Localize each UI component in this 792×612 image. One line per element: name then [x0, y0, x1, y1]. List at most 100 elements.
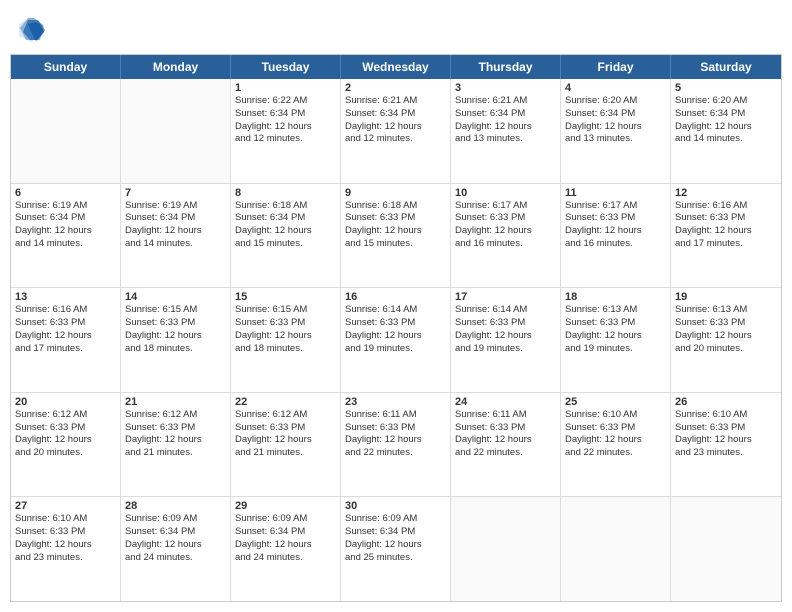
day-number: 10	[455, 187, 556, 199]
cell-line-0: Sunrise: 6:14 AM	[455, 304, 556, 317]
cell-line-2: Daylight: 12 hours	[345, 121, 446, 134]
cell-line-3: and 17 minutes.	[15, 343, 116, 356]
cell-line-2: Daylight: 12 hours	[565, 330, 666, 343]
day-number: 11	[565, 187, 666, 199]
day-number: 12	[675, 187, 777, 199]
day-cell-9: 9Sunrise: 6:18 AMSunset: 6:33 PMDaylight…	[341, 184, 451, 288]
cell-line-1: Sunset: 6:33 PM	[675, 317, 777, 330]
cell-line-0: Sunrise: 6:19 AM	[15, 200, 116, 213]
weekday-header-monday: Monday	[121, 55, 231, 79]
cell-line-3: and 12 minutes.	[235, 133, 336, 146]
cell-line-1: Sunset: 6:33 PM	[565, 212, 666, 225]
cell-line-2: Daylight: 12 hours	[455, 434, 556, 447]
cell-line-3: and 15 minutes.	[235, 238, 336, 251]
day-cell-23: 23Sunrise: 6:11 AMSunset: 6:33 PMDayligh…	[341, 393, 451, 497]
cell-line-3: and 12 minutes.	[345, 133, 446, 146]
cell-line-0: Sunrise: 6:09 AM	[125, 513, 226, 526]
cell-line-3: and 16 minutes.	[565, 238, 666, 251]
cell-line-3: and 23 minutes.	[675, 447, 777, 460]
cell-line-1: Sunset: 6:34 PM	[235, 108, 336, 121]
day-cell-18: 18Sunrise: 6:13 AMSunset: 6:33 PMDayligh…	[561, 288, 671, 392]
cell-line-2: Daylight: 12 hours	[675, 225, 777, 238]
cell-line-2: Daylight: 12 hours	[345, 330, 446, 343]
page: SundayMondayTuesdayWednesdayThursdayFrid…	[0, 0, 792, 612]
calendar-row-2: 13Sunrise: 6:16 AMSunset: 6:33 PMDayligh…	[11, 288, 781, 393]
cell-line-0: Sunrise: 6:16 AM	[675, 200, 777, 213]
cell-line-2: Daylight: 12 hours	[565, 225, 666, 238]
day-number: 24	[455, 396, 556, 408]
cell-line-3: and 18 minutes.	[235, 343, 336, 356]
cell-line-1: Sunset: 6:34 PM	[235, 526, 336, 539]
day-cell-empty-0-0	[11, 79, 121, 183]
cell-line-1: Sunset: 6:34 PM	[455, 108, 556, 121]
cell-line-2: Daylight: 12 hours	[235, 434, 336, 447]
day-number: 3	[455, 82, 556, 94]
header	[10, 10, 782, 48]
weekday-header-saturday: Saturday	[671, 55, 781, 79]
cell-line-1: Sunset: 6:34 PM	[675, 108, 777, 121]
cell-line-3: and 19 minutes.	[455, 343, 556, 356]
day-cell-22: 22Sunrise: 6:12 AMSunset: 6:33 PMDayligh…	[231, 393, 341, 497]
cell-line-0: Sunrise: 6:15 AM	[235, 304, 336, 317]
day-cell-3: 3Sunrise: 6:21 AMSunset: 6:34 PMDaylight…	[451, 79, 561, 183]
cell-line-3: and 19 minutes.	[565, 343, 666, 356]
cell-line-0: Sunrise: 6:16 AM	[15, 304, 116, 317]
cell-line-3: and 23 minutes.	[15, 552, 116, 565]
cell-line-3: and 13 minutes.	[565, 133, 666, 146]
day-cell-6: 6Sunrise: 6:19 AMSunset: 6:34 PMDaylight…	[11, 184, 121, 288]
cell-line-2: Daylight: 12 hours	[235, 330, 336, 343]
cell-line-3: and 19 minutes.	[345, 343, 446, 356]
cell-line-1: Sunset: 6:34 PM	[125, 212, 226, 225]
cell-line-1: Sunset: 6:33 PM	[235, 317, 336, 330]
cell-line-2: Daylight: 12 hours	[565, 434, 666, 447]
cell-line-1: Sunset: 6:33 PM	[15, 317, 116, 330]
cell-line-0: Sunrise: 6:22 AM	[235, 95, 336, 108]
cell-line-1: Sunset: 6:33 PM	[455, 422, 556, 435]
cell-line-0: Sunrise: 6:09 AM	[345, 513, 446, 526]
day-number: 20	[15, 396, 116, 408]
day-cell-29: 29Sunrise: 6:09 AMSunset: 6:34 PMDayligh…	[231, 497, 341, 601]
cell-line-2: Daylight: 12 hours	[675, 434, 777, 447]
cell-line-3: and 13 minutes.	[455, 133, 556, 146]
cell-line-3: and 22 minutes.	[455, 447, 556, 460]
cell-line-2: Daylight: 12 hours	[125, 330, 226, 343]
day-number: 14	[125, 291, 226, 303]
cell-line-0: Sunrise: 6:18 AM	[345, 200, 446, 213]
day-cell-12: 12Sunrise: 6:16 AMSunset: 6:33 PMDayligh…	[671, 184, 781, 288]
cell-line-3: and 15 minutes.	[345, 238, 446, 251]
cell-line-0: Sunrise: 6:11 AM	[455, 409, 556, 422]
cell-line-0: Sunrise: 6:17 AM	[565, 200, 666, 213]
day-cell-1: 1Sunrise: 6:22 AMSunset: 6:34 PMDaylight…	[231, 79, 341, 183]
weekday-header-sunday: Sunday	[11, 55, 121, 79]
day-cell-8: 8Sunrise: 6:18 AMSunset: 6:34 PMDaylight…	[231, 184, 341, 288]
cell-line-3: and 14 minutes.	[675, 133, 777, 146]
day-number: 16	[345, 291, 446, 303]
day-cell-7: 7Sunrise: 6:19 AMSunset: 6:34 PMDaylight…	[121, 184, 231, 288]
cell-line-0: Sunrise: 6:09 AM	[235, 513, 336, 526]
cell-line-0: Sunrise: 6:10 AM	[675, 409, 777, 422]
day-cell-empty-4-5	[561, 497, 671, 601]
day-cell-20: 20Sunrise: 6:12 AMSunset: 6:33 PMDayligh…	[11, 393, 121, 497]
day-number: 30	[345, 500, 446, 512]
weekday-header-friday: Friday	[561, 55, 671, 79]
cell-line-2: Daylight: 12 hours	[455, 330, 556, 343]
day-number: 9	[345, 187, 446, 199]
cell-line-1: Sunset: 6:33 PM	[565, 317, 666, 330]
cell-line-0: Sunrise: 6:10 AM	[15, 513, 116, 526]
day-cell-14: 14Sunrise: 6:15 AMSunset: 6:33 PMDayligh…	[121, 288, 231, 392]
cell-line-1: Sunset: 6:33 PM	[675, 212, 777, 225]
calendar-row-0: 1Sunrise: 6:22 AMSunset: 6:34 PMDaylight…	[11, 79, 781, 184]
cell-line-2: Daylight: 12 hours	[15, 539, 116, 552]
day-number: 26	[675, 396, 777, 408]
day-number: 1	[235, 82, 336, 94]
day-cell-empty-4-6	[671, 497, 781, 601]
day-cell-26: 26Sunrise: 6:10 AMSunset: 6:33 PMDayligh…	[671, 393, 781, 497]
cell-line-2: Daylight: 12 hours	[455, 225, 556, 238]
cell-line-1: Sunset: 6:34 PM	[565, 108, 666, 121]
cell-line-0: Sunrise: 6:12 AM	[125, 409, 226, 422]
cell-line-0: Sunrise: 6:15 AM	[125, 304, 226, 317]
cell-line-2: Daylight: 12 hours	[675, 330, 777, 343]
day-cell-28: 28Sunrise: 6:09 AMSunset: 6:34 PMDayligh…	[121, 497, 231, 601]
day-number: 5	[675, 82, 777, 94]
cell-line-0: Sunrise: 6:11 AM	[345, 409, 446, 422]
